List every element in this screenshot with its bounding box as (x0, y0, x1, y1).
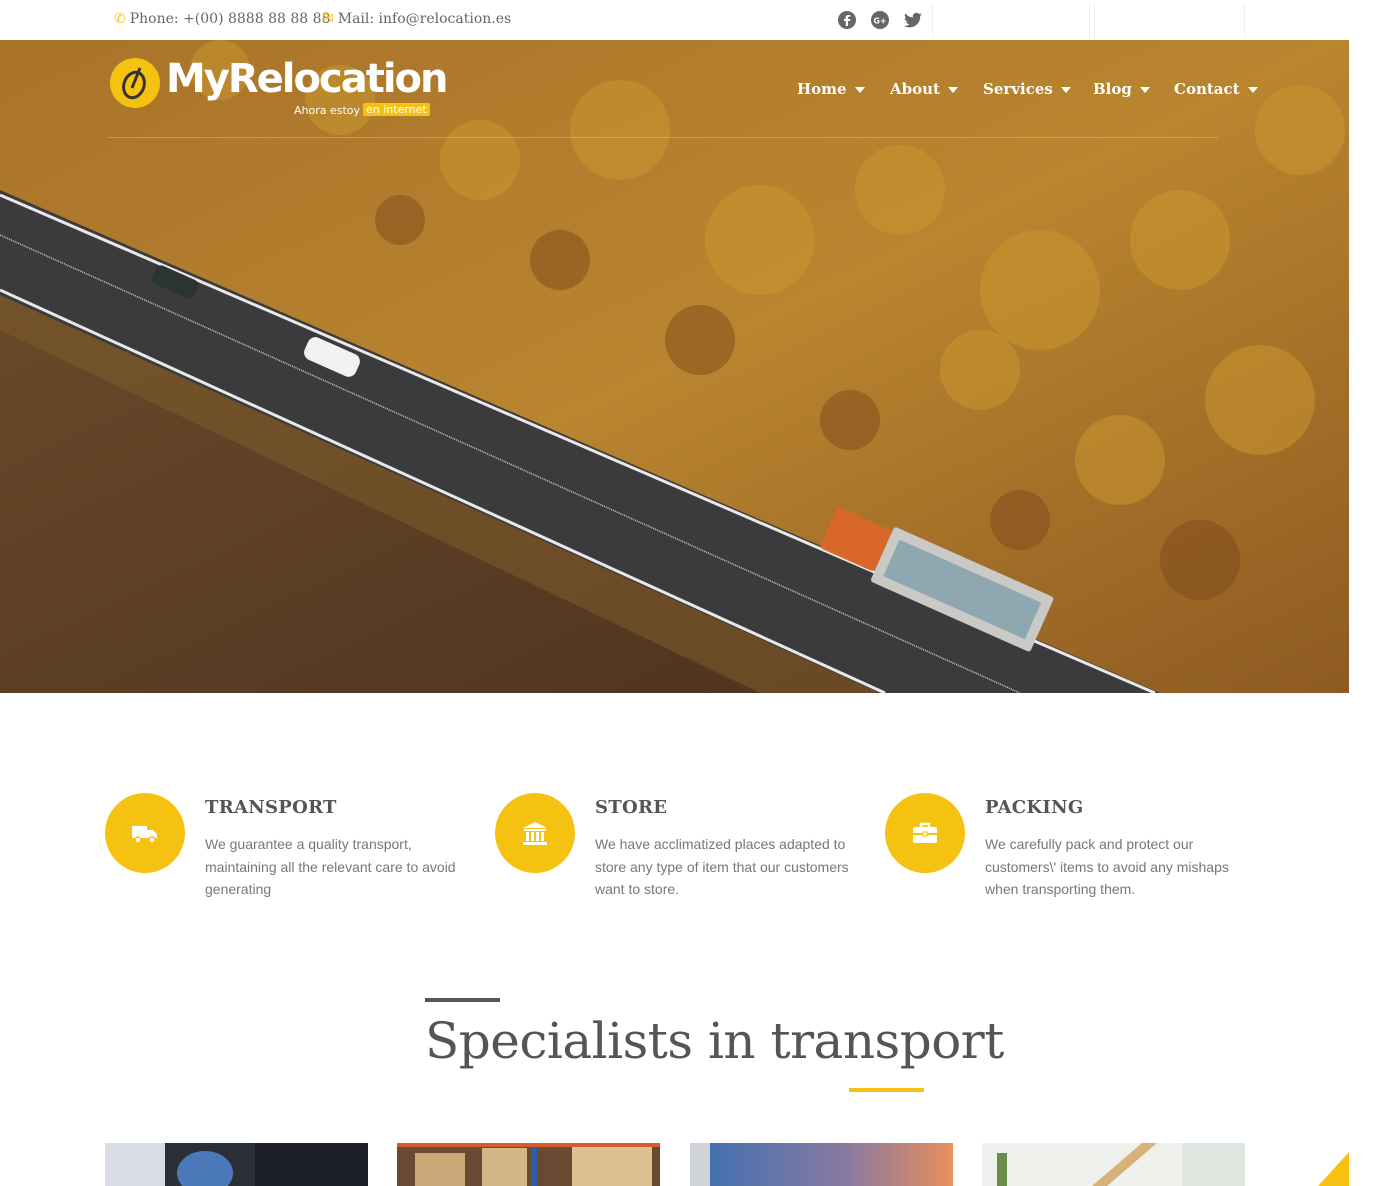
nav-label: About (890, 80, 940, 98)
caret-down-icon (1139, 87, 1150, 93)
brand-tag: en internet (363, 103, 430, 116)
feature-icon-circle (495, 793, 575, 873)
phone-contact[interactable]: ✆ Phone: +(00) 8888 88 88 88 (114, 11, 330, 27)
caret-down-icon (854, 87, 865, 93)
divider (1244, 4, 1245, 38)
feature-title: TRANSPORT (205, 797, 337, 818)
section-title: Specialists in transport (425, 1012, 1004, 1070)
nav-label: Home (797, 80, 847, 98)
phone-text: Phone: +(00) 8888 88 88 88 (129, 11, 331, 27)
feature-text: We guarantee a quality transport, mainta… (205, 836, 456, 897)
feature-title: STORE (595, 797, 668, 818)
heading-bar-top (425, 998, 500, 1002)
caret-down-icon (1060, 87, 1071, 93)
divider (1094, 4, 1095, 38)
divider (1089, 4, 1090, 38)
nav-blog[interactable]: Blog (1093, 80, 1150, 98)
svg-text:G+: G+ (873, 17, 886, 26)
nav-label: Services (983, 80, 1053, 98)
feature-icon-circle (885, 793, 965, 873)
feature-icon-circle (105, 793, 185, 873)
service-card-image[interactable] (982, 1143, 1245, 1186)
feature-transport: TRANSPORT We guarantee a quality transpo… (105, 793, 485, 913)
phone-icon: ✆ (114, 11, 126, 27)
service-card-image[interactable] (690, 1143, 953, 1186)
caret-down-icon (947, 87, 958, 93)
feature-text: We have acclimatized places adapted to s… (595, 836, 849, 897)
briefcase-icon (913, 822, 937, 843)
logo-mark (110, 58, 160, 108)
brand-logo[interactable]: MyRelocation Ahora estoy en internet (108, 56, 448, 126)
scroll-top-corner[interactable] (1318, 1152, 1349, 1186)
service-card-image[interactable] (105, 1143, 368, 1186)
brand-name: MyRelocation (166, 56, 448, 102)
feature-packing: PACKING We carefully pack and protect ou… (885, 793, 1265, 913)
divider (932, 4, 933, 38)
feature-title: PACKING (985, 797, 1084, 818)
mail-text: Mail: info@relocation.es (337, 11, 512, 27)
top-bar: ✆ Phone: +(00) 8888 88 88 88 ✉ Mail: info@… (0, 0, 1349, 40)
feature-text: We carefully pack and protect our custom… (985, 836, 1229, 897)
header-divider (108, 137, 1218, 138)
caret-down-icon (1247, 87, 1258, 93)
facebook-icon[interactable] (837, 10, 857, 30)
feature-store: STORE We have acclimatized places adapte… (495, 793, 875, 913)
nav-label: Contact (1174, 80, 1240, 98)
nav-home[interactable]: Home (797, 80, 865, 98)
nav-about[interactable]: About (890, 80, 958, 98)
brand-sub: Ahora estoy (294, 104, 361, 117)
heading-bar-bottom (849, 1088, 924, 1092)
mail-contact[interactable]: ✉ Mail: info@relocation.es (322, 11, 511, 27)
hero-banner: MyRelocation Ahora estoy en internet Hom… (0, 40, 1349, 693)
mail-icon: ✉ (322, 11, 334, 27)
nav-contact[interactable]: Contact (1174, 80, 1258, 98)
truck-icon (132, 826, 157, 844)
warehouse-icon (523, 822, 547, 845)
service-card-image[interactable] (397, 1143, 660, 1186)
google-plus-icon[interactable]: G+ (870, 10, 890, 30)
nav-label: Blog (1093, 80, 1132, 98)
twitter-icon[interactable] (903, 10, 923, 30)
nav-services[interactable]: Services (983, 80, 1071, 98)
